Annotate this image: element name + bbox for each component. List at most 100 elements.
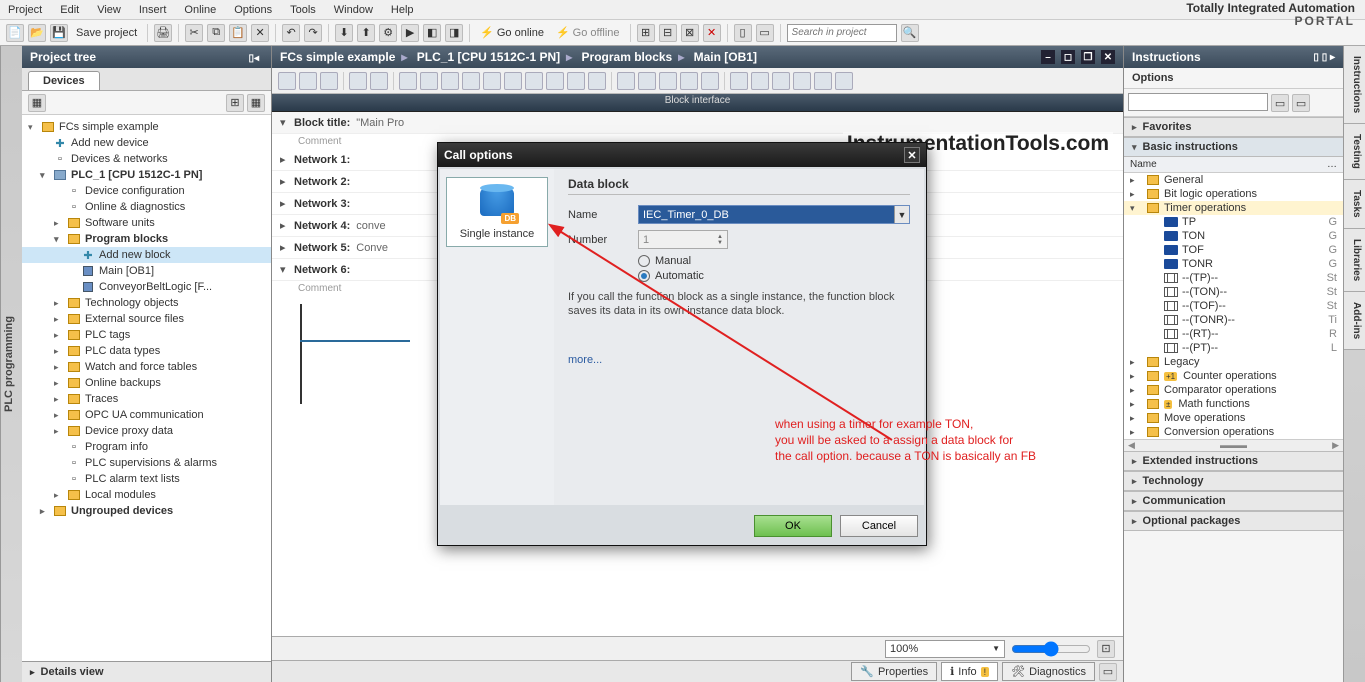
db-name-field[interactable]: ▼ [638,205,910,224]
instruction-item[interactable]: --(PT)--L [1124,341,1343,355]
editor-tool-icon[interactable] [567,72,585,90]
zoom-slider[interactable] [1011,641,1091,657]
rtab-libraries[interactable]: Libraries [1344,229,1365,292]
editor-tool-icon[interactable] [814,72,832,90]
tree-tool-icon[interactable]: ▦ [28,94,46,112]
print-icon[interactable]: 🖨 [154,24,172,42]
instruction-item[interactable]: ▸Comparator operations [1124,383,1343,397]
editor-tool-icon[interactable] [462,72,480,90]
search-go-icon[interactable]: 🔍 [901,24,919,42]
tree-item[interactable]: ▾PLC_1 [CPU 1512C-1 PN] [22,167,271,183]
editor-tool-icon[interactable] [617,72,635,90]
restore-icon[interactable]: ❐ [1081,50,1095,64]
editor-tool-icon[interactable] [659,72,677,90]
tab-diagnostics[interactable]: 🛠 Diagnostics [1002,662,1095,681]
menu-project[interactable]: Project [8,4,42,16]
radio-manual[interactable]: Manual [638,255,910,267]
editor-tool-icon[interactable] [701,72,719,90]
left-strip-plc-programming[interactable]: PLC programming [0,46,22,682]
editor-tool-icon[interactable] [835,72,853,90]
tool-icon[interactable]: ◨ [445,24,463,42]
instruction-item[interactable]: ▾Timer operations [1124,201,1343,215]
copy-icon[interactable]: ⧉ [207,24,225,42]
more-link[interactable]: more... [568,354,910,366]
editor-tool-icon[interactable] [349,72,367,90]
editor-tool-icon[interactable] [370,72,388,90]
editor-tool-icon[interactable] [751,72,769,90]
menu-edit[interactable]: Edit [60,4,79,16]
minimize-icon[interactable]: – [1041,50,1055,64]
opt-icon[interactable]: ▭ [1292,94,1310,112]
open-project-icon[interactable]: 📂 [28,24,46,42]
instruction-item[interactable]: --(TOF)--St [1124,299,1343,313]
db-name-input[interactable] [639,206,894,223]
instruction-item[interactable]: ▸±Math functions [1124,397,1343,411]
tree-tool-icon[interactable]: ▦ [247,94,265,112]
tree-item[interactable]: ConveyorBeltLogic [F... [22,279,271,295]
tree-item[interactable]: ▫PLC supervisions & alarms [22,455,271,471]
expand-icon[interactable]: ▾ [280,116,294,129]
instruction-item[interactable]: ▸+1Counter operations [1124,369,1343,383]
editor-tool-icon[interactable] [680,72,698,90]
search-input[interactable] [787,24,897,42]
cancel-button[interactable]: Cancel [840,515,918,537]
editor-tool-icon[interactable] [504,72,522,90]
section-basic-instructions[interactable]: ▾Basic instructions [1124,137,1343,157]
tab-properties[interactable]: 🔧 Properties [851,662,937,681]
editor-tool-icon[interactable] [278,72,296,90]
instruction-item[interactable]: --(RT)--R [1124,327,1343,341]
tree-item[interactable]: ▫Devices & networks [22,151,271,167]
tree-tool-icon[interactable]: ⊞ [226,94,244,112]
tree-item[interactable]: ▸PLC tags [22,327,271,343]
menu-online[interactable]: Online [184,4,216,16]
new-project-icon[interactable]: 📄 [6,24,24,42]
editor-tool-icon[interactable] [483,72,501,90]
download-icon[interactable]: ⬇ [335,24,353,42]
save-icon[interactable]: 💾 [50,24,68,42]
instruction-item[interactable]: ▸Move operations [1124,411,1343,425]
tree-item[interactable]: ▸Online backups [22,375,271,391]
radio-automatic[interactable]: Automatic [638,270,910,282]
instruction-item[interactable]: --(TON)--St [1124,285,1343,299]
menu-help[interactable]: Help [391,4,414,16]
editor-tool-icon[interactable] [299,72,317,90]
menu-window[interactable]: Window [334,4,373,16]
split-h-icon[interactable]: ▯ [734,24,752,42]
panel-toggle-icon[interactable]: ▭ [1099,663,1117,681]
tree-item[interactable]: ▾Program blocks [22,231,271,247]
menu-view[interactable]: View [97,4,121,16]
split-v-icon[interactable]: ▭ [756,24,774,42]
instruction-item[interactable]: --(TP)--St [1124,271,1343,285]
paste-icon[interactable]: 📋 [229,24,247,42]
go-offline-button[interactable]: ⚡Go offline [552,26,624,39]
menu-insert[interactable]: Insert [139,4,167,16]
dialog-close-icon[interactable]: ✕ [904,147,920,163]
undo-icon[interactable]: ↶ [282,24,300,42]
editor-tool-icon[interactable] [730,72,748,90]
zoom-fit-icon[interactable]: ⊡ [1097,640,1115,658]
tree-item[interactable]: Main [OB1] [22,263,271,279]
single-instance-option[interactable]: DB Single instance [446,177,548,247]
instruction-item[interactable]: TPG [1124,215,1343,229]
editor-tool-icon[interactable] [546,72,564,90]
rtab-testing[interactable]: Testing [1344,124,1365,180]
tree-item[interactable]: ✚Add new device [22,135,271,151]
zoom-dropdown[interactable]: 100%▼ [885,640,1005,658]
tree-item[interactable]: ▸Technology objects [22,295,271,311]
block-interface-bar[interactable]: Block interface [272,94,1123,112]
instruction-item[interactable]: TONG [1124,229,1343,243]
editor-tool-icon[interactable] [399,72,417,90]
tree-item[interactable]: ▸Traces [22,391,271,407]
cut-icon[interactable]: ✂ [185,24,203,42]
tree-item[interactable]: ▸Software units [22,215,271,231]
section-optional[interactable]: ▸Optional packages [1124,511,1343,531]
instruction-item[interactable]: ▸Legacy [1124,355,1343,369]
tree-item[interactable]: ▫Device configuration [22,183,271,199]
tree-item[interactable]: ▸OPC UA communication [22,407,271,423]
tree-item[interactable]: ▾FCs simple example [22,119,271,135]
tool-icon[interactable]: ✕ [703,24,721,42]
editor-tool-icon[interactable] [638,72,656,90]
details-view-expander[interactable]: ▸Details view [22,661,271,682]
editor-tool-icon[interactable] [793,72,811,90]
tree-item[interactable]: ✚Add new block [22,247,271,263]
